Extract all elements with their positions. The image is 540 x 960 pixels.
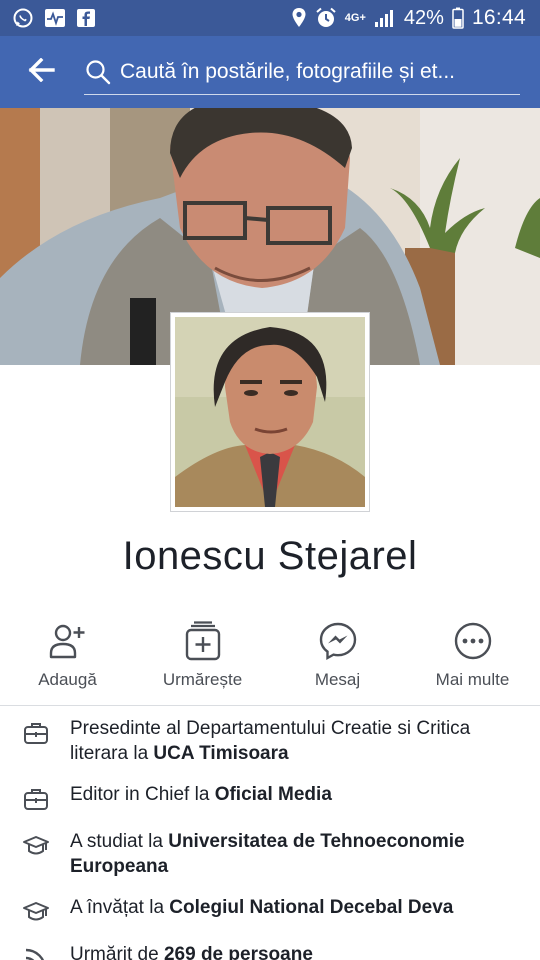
action-label-add: Adaugă [38,670,97,689]
add-friend-button[interactable]: Adaugă [0,620,135,705]
info-link[interactable]: Colegiul National Decebal Deva [169,897,453,918]
intro-info-list: Presedinte al Departamentului Creatie si… [0,712,540,960]
info-prefix: A învățat la [70,897,170,918]
info-link[interactable]: Oficial Media [215,784,332,805]
graduation-cap-icon [22,898,50,926]
add-friend-icon [48,620,88,662]
info-item-education[interactable]: A învățat la Colegiul National Decebal D… [0,895,540,926]
battery-percent: 42% [403,6,444,29]
search-placeholder: Caută în postările, fotografiile și et..… [120,59,456,83]
info-text: Presedinte al Departamentului Creatie si… [70,716,520,766]
action-label-more: Mai multe [435,670,510,689]
follow-button[interactable]: Urmărește [135,620,270,705]
profile-photo[interactable] [170,312,370,512]
action-label-message: Mesaj [314,670,361,689]
info-item-followers[interactable]: Urmărit de 269 de persoane [0,942,540,960]
battery-icon [452,7,464,29]
whatsapp-icon [12,7,34,29]
follow-icon [184,620,222,662]
location-icon [291,7,307,29]
info-prefix: Urmărit de [70,944,164,960]
search-input[interactable]: Caută în postările, fotografiile și et..… [84,49,520,95]
signal-icon [374,8,396,28]
alarm-icon [315,7,337,29]
briefcase-icon [22,719,50,747]
info-text: A studiat la Universitatea de Tehnoecono… [70,829,520,879]
arrow-left-icon [28,57,56,87]
info-prefix: Editor in Chief la [70,784,215,805]
followers-icon [22,945,50,960]
back-button[interactable] [22,52,62,92]
info-item-work[interactable]: Presedinte al Departamentului Creatie si… [0,716,540,766]
profile-actions: Adaugă Urmărește Mesaj Mai multe [0,620,540,706]
info-link[interactable]: 269 de persoane [164,944,313,960]
info-item-education[interactable]: A studiat la Universitatea de Tehnoecono… [0,829,540,879]
info-item-work[interactable]: Editor in Chief la Oficial Media [0,782,540,813]
activity-icon [44,8,66,28]
info-text: A învățat la Colegiul National Decebal D… [70,895,453,920]
info-text: Editor in Chief la Oficial Media [70,782,332,807]
search-icon [84,58,112,86]
info-text: Urmărit de 269 de persoane [70,942,313,960]
briefcase-icon [22,785,50,813]
clock: 16:44 [471,6,526,29]
status-notifications [12,7,96,29]
facebook-icon [76,8,96,28]
more-icon [453,620,493,662]
profile-name: Ionescu Stejarel [122,534,418,578]
search-header: Caută în postările, fotografiile și et..… [0,36,540,108]
messenger-icon [318,620,358,662]
info-prefix: A studiat la [70,831,169,852]
status-system: 4G+ 42% 16:44 [291,6,526,30]
graduation-cap-icon [22,832,50,860]
network-type: 4G+ [344,11,366,24]
more-button[interactable]: Mai multe [405,620,540,705]
info-link[interactable]: UCA Timisoara [153,743,288,764]
message-button[interactable]: Mesaj [270,620,405,705]
action-label-follow: Urmărește [162,670,243,689]
status-bar: 4G+ 42% 16:44 [0,0,540,36]
